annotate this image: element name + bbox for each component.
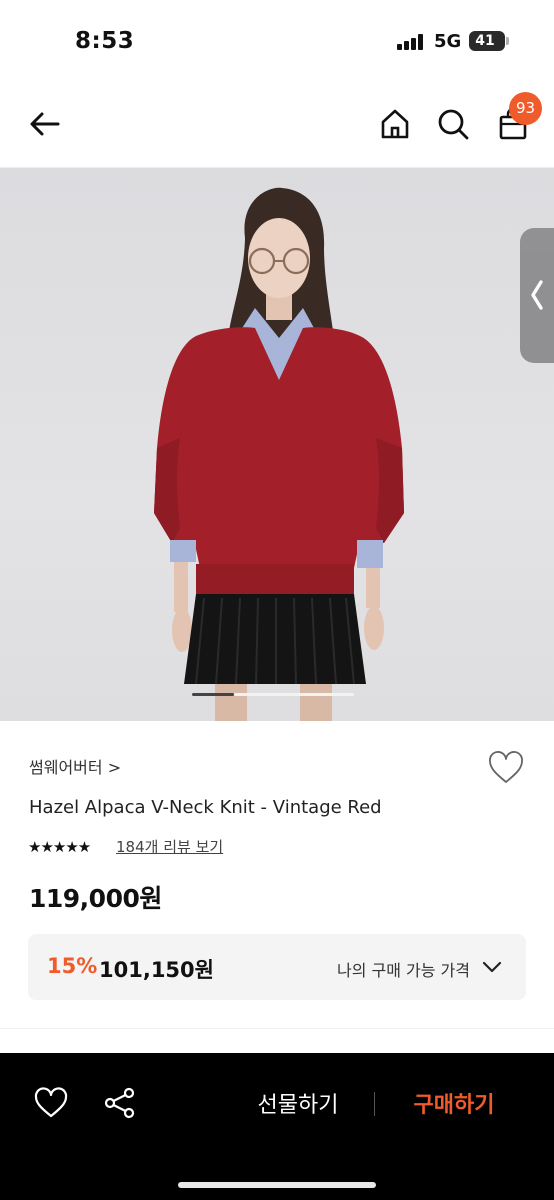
product-image[interactable]	[0, 168, 554, 721]
bottom-action-bar: 선물하기 구매하기	[0, 1053, 554, 1200]
battery-tip	[506, 37, 509, 45]
product-photo-illustration	[154, 187, 404, 721]
app-header	[0, 84, 554, 168]
review-link[interactable]: 184개 리뷰 보기	[116, 836, 223, 857]
heart-icon[interactable]	[33, 1085, 69, 1121]
cart-count-badge: 93	[509, 92, 542, 125]
share-icon[interactable]	[102, 1085, 138, 1121]
gift-button[interactable]: 선물하기	[240, 1087, 356, 1121]
discount-price: 101,150원	[99, 958, 214, 982]
chevron-right-icon: >	[107, 758, 122, 777]
battery-level: 41	[475, 33, 495, 49]
brand-link[interactable]: 썸웨어버터 >	[29, 754, 121, 778]
network-label: 5G	[434, 31, 462, 52]
discount-label: 나의 구매 가능 가격	[336, 961, 470, 980]
home-indicator	[178, 1182, 376, 1188]
discount-rate: 15%	[47, 954, 98, 978]
product-title: Hazel Alpaca V-Neck Knit - Vintage Red	[29, 797, 382, 818]
brand-name: 썸웨어버터	[29, 758, 103, 777]
divider	[0, 1028, 554, 1029]
star-icons: ★★★★★	[28, 838, 91, 856]
status-time: 8:53	[75, 28, 135, 54]
home-icon[interactable]	[375, 104, 415, 144]
side-drawer-tab[interactable]	[520, 228, 554, 363]
arrow-left-icon[interactable]	[25, 104, 65, 144]
status-bar: 8:53 5G 41	[0, 0, 554, 84]
discount-price-box[interactable]: 15% 101,150원 나의 구매 가능 가격	[28, 934, 526, 1000]
separator	[374, 1092, 375, 1116]
buy-button[interactable]: 구매하기	[398, 1087, 510, 1121]
product-price: 119,000원	[29, 884, 162, 913]
search-icon[interactable]	[433, 104, 473, 144]
signal-icon	[397, 34, 425, 50]
battery-icon: 41	[469, 31, 505, 51]
heart-icon[interactable]	[486, 748, 526, 788]
rating-stars: ★★★★★	[28, 837, 91, 857]
chevron-down-icon	[482, 961, 502, 973]
chevron-left-icon	[531, 280, 543, 310]
